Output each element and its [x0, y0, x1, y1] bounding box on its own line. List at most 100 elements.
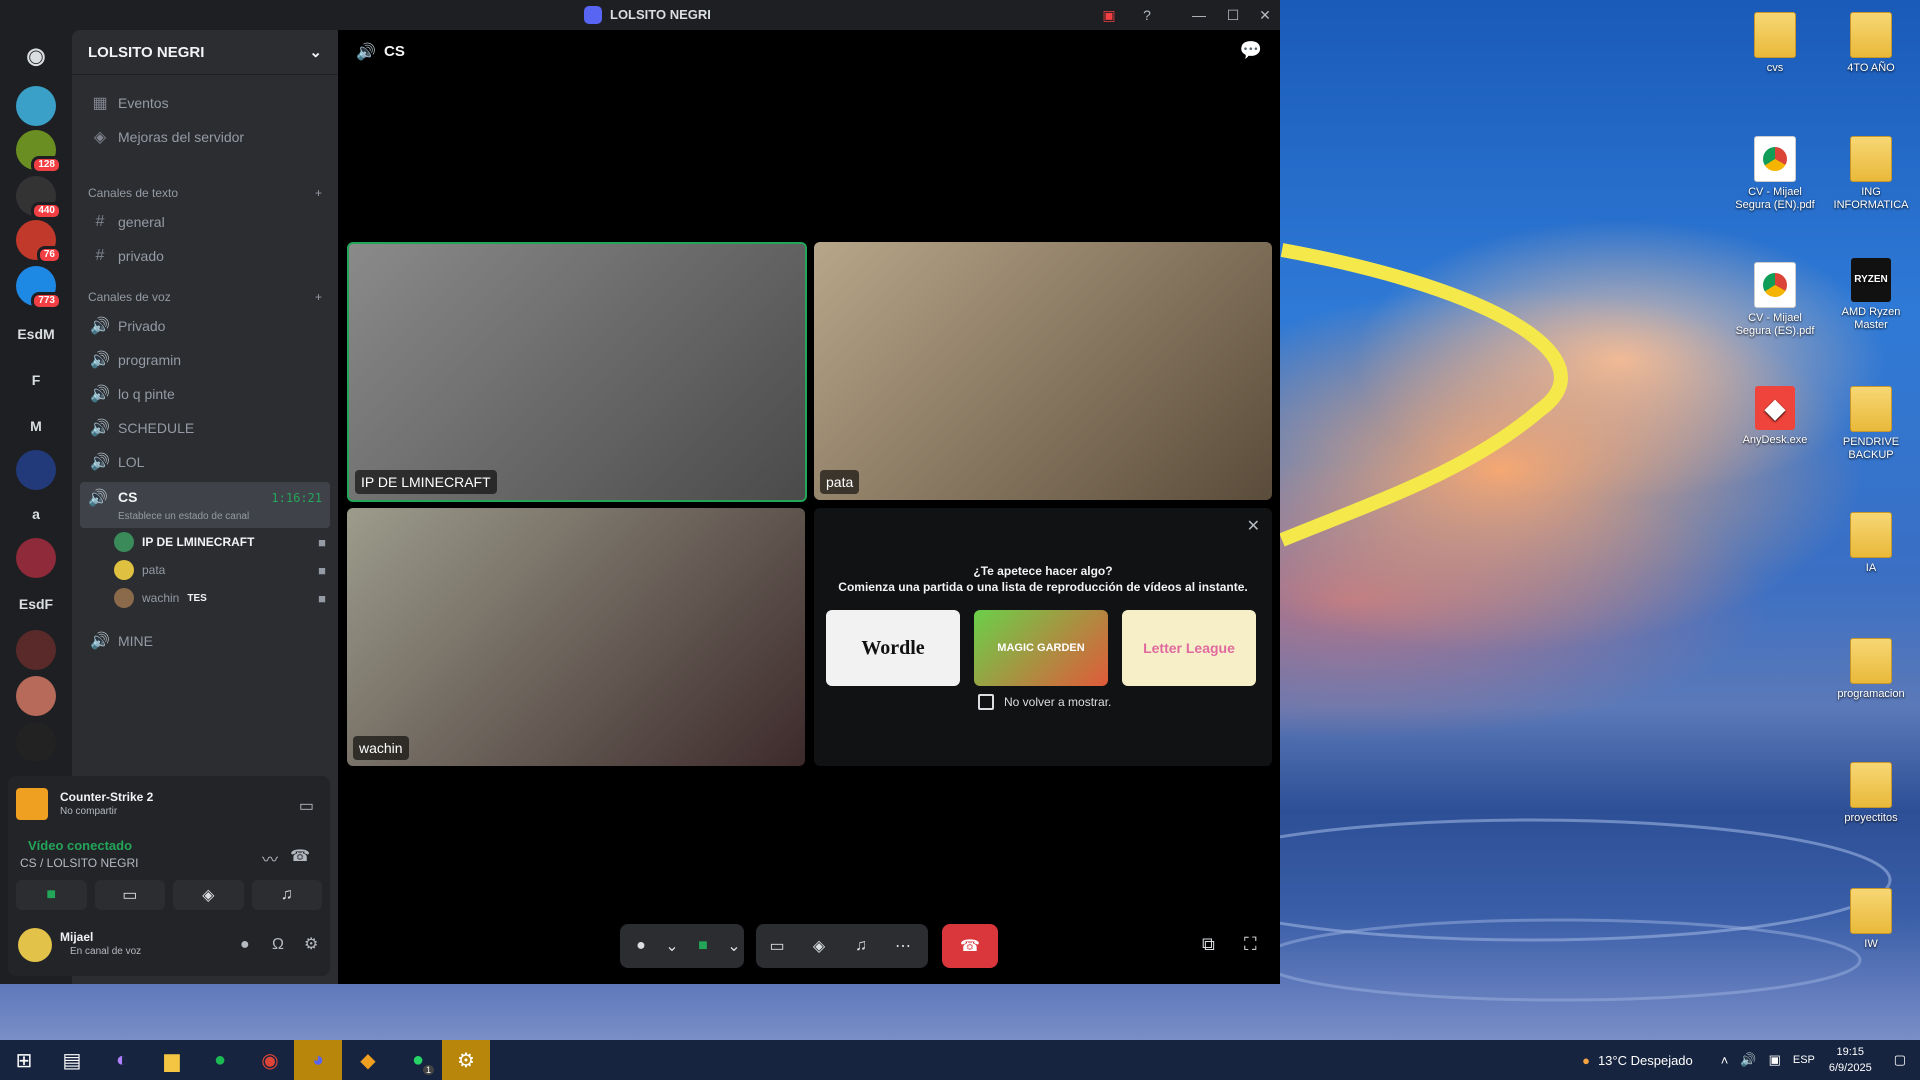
voice-channels-category[interactable]: Canales de voz + — [88, 290, 322, 304]
voice-user-pata[interactable]: pata ■ — [114, 558, 326, 582]
text-channels-category[interactable]: Canales de texto + — [88, 186, 322, 200]
video-tile-ip-de-lminecraft[interactable]: IP DE LMINECRAFT — [347, 242, 807, 502]
close-icon[interactable]: ✕ — [1247, 516, 1260, 536]
connection-channel[interactable]: CS / LOLSITO NEGRI — [20, 856, 138, 870]
file-explorer-icon[interactable]: ▆ — [148, 1040, 196, 1080]
channel-status[interactable]: Establece un estado de canal — [118, 511, 249, 522]
desktop-icon-4to-ano[interactable]: 4TO AÑO — [1830, 12, 1912, 75]
server-boosts-item[interactable]: ◈ Mejoras del servidor — [80, 122, 330, 152]
discord-taskbar-icon[interactable]: ◕ — [294, 1040, 342, 1080]
csgo-taskbar-icon[interactable]: ◆ — [344, 1040, 392, 1080]
server-esdm[interactable]: EsdM — [16, 314, 56, 354]
steam-icon[interactable]: ⚙ — [442, 1040, 490, 1080]
inbox-icon[interactable]: ▣ — [1098, 4, 1120, 26]
voice-channel-lo-q-pinte[interactable]: 🔊 lo q pinte — [80, 379, 330, 409]
camera-button[interactable]: ■ — [16, 880, 87, 910]
connection-status[interactable]: Vídeo conectado — [28, 838, 132, 853]
voice-user-wachin[interactable]: wachin TES ■ — [114, 586, 326, 610]
chevron-down-icon[interactable]: ⌄ — [662, 924, 682, 968]
disconnect-icon[interactable]: ☎ — [290, 846, 310, 866]
disconnect-button[interactable]: ☎ — [942, 924, 998, 968]
network-icon[interactable]: ▣ — [1769, 1052, 1781, 1068]
desktop-icon-iw[interactable]: IW — [1830, 888, 1912, 951]
chevron-down-icon[interactable]: ⌄ — [724, 924, 744, 968]
settings-gear-icon[interactable]: ⚙ — [304, 934, 318, 954]
voice-channel-cs[interactable]: 🔊 CS 1:16:21 Establece un estado de cana… — [80, 482, 330, 528]
screen-share-button[interactable]: ▭ — [756, 924, 798, 968]
discord-home-icon[interactable]: ◉ — [16, 36, 56, 76]
clock[interactable]: 19:15 6/9/2025 — [1829, 1044, 1872, 1076]
server-icon[interactable]: 440 — [16, 176, 62, 220]
server-icon[interactable] — [16, 630, 56, 670]
server-csgo[interactable] — [16, 450, 56, 490]
chrome-icon[interactable]: ◉ — [246, 1040, 294, 1080]
help-icon[interactable]: ? — [1136, 4, 1158, 26]
video-tile-pata[interactable]: pata — [814, 242, 1272, 500]
voice-channel-lol[interactable]: 🔊 LOL — [80, 447, 330, 477]
soundboard-button[interactable]: ♫ — [840, 924, 882, 968]
server-icon[interactable] — [16, 86, 56, 126]
voice-channel-privado[interactable]: 🔊 Privado — [80, 311, 330, 341]
maximize-button[interactable]: ☐ — [1222, 4, 1244, 26]
server-icon[interactable] — [16, 538, 56, 578]
server-icon[interactable]: 773 — [16, 266, 62, 310]
server-esdf[interactable]: EsdF — [16, 584, 56, 624]
server-icon[interactable]: 128 — [16, 130, 62, 174]
desktop-icon-proyectitos[interactable]: proyectitos — [1830, 762, 1912, 825]
screen-share-button[interactable]: ▭ — [94, 880, 165, 910]
desktop-icon-ing-informatica[interactable]: ING INFORMATICA — [1830, 136, 1912, 212]
share-screen-icon[interactable]: ▭ — [299, 796, 314, 816]
desktop-icon-cv-en[interactable]: CV - Mijael Segura (EN).pdf — [1734, 136, 1816, 212]
voice-channel-mine[interactable]: 🔊 MINE — [80, 626, 330, 656]
weather[interactable]: 13°C Despejado — [1598, 1053, 1693, 1068]
weather-icon[interactable]: ● — [1582, 1053, 1590, 1068]
headphones-icon[interactable]: Ω — [272, 936, 284, 954]
dont-show-again[interactable]: No volver a mostrar. — [978, 694, 1111, 710]
channel-general[interactable]: # general — [80, 207, 330, 237]
close-button[interactable]: ✕ — [1254, 4, 1276, 26]
desktop-icon-ryzen-master[interactable]: RYZEN AMD Ryzen Master — [1830, 258, 1912, 332]
server-f[interactable]: F — [16, 360, 56, 400]
microphone-icon[interactable]: ● — [240, 936, 250, 954]
desktop-icon-ia[interactable]: IA — [1830, 512, 1912, 575]
chevron-up-icon[interactable]: ˄ — [1721, 1053, 1729, 1068]
activity-card-wordle[interactable]: Wordle — [826, 610, 960, 686]
desktop-icon-pendrive-backup[interactable]: PENDRIVE BACKUP — [1830, 386, 1912, 462]
server-icon[interactable] — [16, 676, 56, 716]
server-icon[interactable]: 76 — [16, 220, 62, 264]
desktop-icon-programacion[interactable]: programacion — [1830, 638, 1912, 701]
noise-suppression-icon[interactable]: 〰 — [262, 846, 278, 870]
whatsapp-icon[interactable]: ● 1 — [394, 1040, 442, 1080]
voice-channel-schedule[interactable]: 🔊 SCHEDULE — [80, 413, 330, 443]
add-channel-icon[interactable]: + — [315, 186, 322, 200]
minimize-button[interactable]: — — [1188, 4, 1210, 26]
spotify-icon[interactable]: ● — [196, 1040, 244, 1080]
server-icon[interactable] — [16, 722, 56, 762]
activity-card-magic-garden[interactable]: MAGIC GARDEN — [974, 610, 1108, 686]
chat-bubble-icon[interactable]: 💬 — [1240, 40, 1262, 61]
username[interactable]: Mijael — [60, 930, 93, 944]
server-a[interactable]: a — [16, 494, 56, 534]
add-channel-icon[interactable]: + — [315, 290, 322, 304]
pop-out-icon[interactable]: ⧉ — [1202, 934, 1215, 955]
activity-card-letter-league[interactable]: Letter League — [1122, 610, 1256, 686]
language-indicator[interactable]: ESP — [1793, 1054, 1815, 1066]
fullscreen-icon[interactable]: ⛶ — [1244, 934, 1257, 955]
notification-icon[interactable]: ▢ — [1894, 1052, 1906, 1068]
microphone-button[interactable]: ● — [620, 924, 662, 968]
more-options-button[interactable]: ⋯ — [882, 924, 924, 968]
start-button[interactable]: ⊞ — [0, 1040, 48, 1080]
server-header[interactable]: LOLSITO NEGRI ⌄ — [72, 30, 338, 75]
events-item[interactable]: ▦ Eventos — [80, 88, 330, 118]
channel-privado[interactable]: # privado — [80, 241, 330, 271]
soundboard-button[interactable]: ♫ — [251, 880, 322, 910]
volume-icon[interactable]: 🔊 — [1740, 1052, 1756, 1068]
copilot-icon[interactable]: ◐ — [98, 1040, 146, 1080]
server-m[interactable]: M — [16, 406, 56, 446]
desktop-icon-cv-es[interactable]: CV - Mijael Segura (ES).pdf — [1734, 262, 1816, 338]
avatar[interactable] — [18, 928, 52, 962]
checkbox[interactable] — [978, 694, 994, 710]
desktop-icon-anydesk[interactable]: ◆ AnyDesk.exe — [1734, 386, 1816, 447]
video-tile-wachin[interactable]: wachin — [347, 508, 805, 766]
camera-button[interactable]: ■ — [682, 924, 724, 968]
